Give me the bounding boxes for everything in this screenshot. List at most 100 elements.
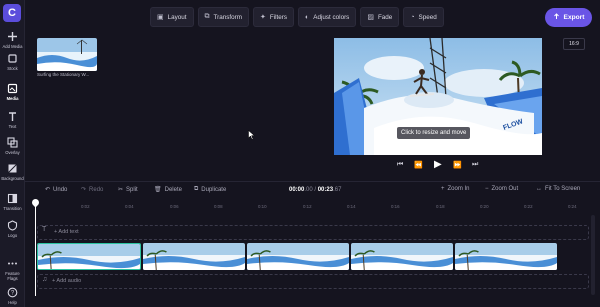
sidebar-item-label: Feature Flags xyxy=(5,271,20,281)
sidebar-item-media[interactable]: Media xyxy=(0,83,25,101)
sidebar-item-help[interactable]: ? Help xyxy=(0,287,25,305)
timecode-display: 00:00.00 / 00:23.67 xyxy=(289,187,342,193)
stock-icon xyxy=(7,53,18,64)
plus-icon xyxy=(7,31,18,42)
video-clip[interactable] xyxy=(143,243,245,270)
ruler-tick: 0:04 xyxy=(125,204,134,209)
fit-icon: ↔ xyxy=(536,186,542,192)
video-clip[interactable] xyxy=(455,243,557,270)
sidebar-item-label: Transition xyxy=(3,206,22,211)
sidebar-item-logo[interactable]: Logo xyxy=(0,220,25,238)
redo-icon: ↷ xyxy=(81,187,87,193)
sidebar-item-label: Add Media xyxy=(2,44,23,49)
video-clip[interactable] xyxy=(37,243,141,270)
media-duration: 0:24 xyxy=(40,63,48,68)
text-icon xyxy=(7,111,18,122)
ruler-tick: 0:06 xyxy=(170,204,179,209)
skip-to-start-icon[interactable]: ⏮ xyxy=(397,161,403,169)
ruler-tick: 0:14 xyxy=(347,204,356,209)
mouse-cursor-icon xyxy=(248,129,255,142)
trash-icon: 🗑 xyxy=(154,187,162,193)
layout-button[interactable]: ▣ Layout xyxy=(150,7,194,27)
video-track xyxy=(37,243,557,270)
music-note-icon: ♫ xyxy=(42,276,48,283)
media-icon xyxy=(7,83,18,94)
sidebar-item-stock[interactable]: Stock xyxy=(0,53,25,71)
sidebar-item-overlay[interactable]: Overlay xyxy=(0,137,25,155)
audio-track[interactable]: + Add audio xyxy=(37,274,589,289)
ruler-tick: 0:18 xyxy=(436,204,445,209)
adjust-colors-button[interactable]: ◐ Adjust colors xyxy=(298,7,357,27)
sidebar-item-feature-flags[interactable]: Feature Flags xyxy=(0,258,25,281)
video-clip[interactable] xyxy=(351,243,453,270)
zoom-in-button[interactable]: + Zoom In xyxy=(441,186,470,192)
ruler-tick: 0:02 xyxy=(81,204,90,209)
text-icon: T xyxy=(42,226,47,233)
adjust-colors-icon: ◐ xyxy=(305,13,310,21)
undo-button[interactable]: ↶ Undo xyxy=(45,186,67,194)
transform-icon: ⧉ xyxy=(204,13,210,20)
ruler-tick: 0:20 xyxy=(480,204,489,209)
video-clip[interactable] xyxy=(247,243,349,270)
duplicate-icon: ⧉ xyxy=(194,186,199,192)
sidebar-item-label: Media xyxy=(6,96,19,101)
export-button[interactable]: Export xyxy=(545,8,592,27)
speed-button[interactable]: ◔ Speed xyxy=(403,7,444,27)
split-button[interactable]: ✂ Split xyxy=(118,186,138,194)
sidebar-item-text[interactable]: Text xyxy=(0,111,25,129)
resize-tooltip: Click to resize and move xyxy=(397,127,471,139)
playhead[interactable] xyxy=(35,200,36,296)
ruler-tick: 0:24 xyxy=(568,204,577,209)
minus-icon: − xyxy=(485,186,489,192)
filters-icon: ✦ xyxy=(260,14,266,21)
fit-to-screen-button[interactable]: ↔ Fit To Screen xyxy=(536,186,580,192)
transform-button[interactable]: ⧉ Transform xyxy=(197,7,249,27)
add-text-label: + Add text xyxy=(54,229,79,235)
fade-button[interactable]: ▨ Fade xyxy=(360,7,400,27)
more-icon xyxy=(7,258,18,269)
ruler-tick: 0:16 xyxy=(391,204,400,209)
ruler-tick: 0:22 xyxy=(524,204,533,209)
plus-icon: + xyxy=(441,186,445,192)
overlay-icon xyxy=(7,137,18,148)
app-logo[interactable]: C xyxy=(3,4,21,22)
skip-to-end-icon[interactable]: ⏭ xyxy=(472,161,478,169)
ruler-tick: 0:12 xyxy=(303,204,312,209)
svg-text:?: ? xyxy=(11,291,15,297)
aspect-ratio-button[interactable]: 16:9 xyxy=(563,38,585,50)
fade-icon: ▨ xyxy=(367,14,374,21)
redo-button[interactable]: ↷ Redo xyxy=(81,186,103,194)
sidebar-item-label: Stock xyxy=(7,66,18,71)
zoom-out-button[interactable]: − Zoom Out xyxy=(485,186,518,192)
scissors-icon: ✂ xyxy=(118,187,124,193)
layout-icon: ▣ xyxy=(157,14,164,21)
timeline-ruler[interactable]: 0:02 0:04 0:06 0:08 0:10 0:12 0:14 0:16 … xyxy=(25,199,600,213)
ruler-tick: 0:10 xyxy=(258,204,267,209)
sidebar-item-label: Background xyxy=(1,176,24,181)
delete-button[interactable]: 🗑 Delete xyxy=(154,186,182,194)
speed-icon: ◔ xyxy=(410,13,415,21)
sidebar-item-label: Overlay xyxy=(5,150,20,155)
background-icon xyxy=(7,163,18,174)
sidebar-item-transition[interactable]: Transition xyxy=(0,193,25,211)
sidebar-item-label: Help xyxy=(8,300,17,305)
filters-button[interactable]: ✦ Filters xyxy=(253,7,295,27)
edit-toolbar: ▣ Layout ⧉ Transform ✦ Filters ◐ Adjust … xyxy=(150,7,444,27)
sidebar-item-background[interactable]: Background xyxy=(0,163,25,181)
export-icon xyxy=(553,13,560,22)
text-track[interactable]: + Add text xyxy=(37,225,589,240)
media-name: Surfing the Stationary W... xyxy=(37,72,90,77)
undo-icon: ↶ xyxy=(45,187,51,193)
ruler-tick: 0:08 xyxy=(214,204,223,209)
sidebar-item-label: Text xyxy=(8,124,17,129)
sidebar-item-label: Logo xyxy=(7,233,18,238)
fast-forward-icon[interactable]: ⏩ xyxy=(453,161,462,169)
logo-icon xyxy=(7,220,18,231)
play-icon[interactable]: ▶ xyxy=(434,159,442,170)
sidebar-item-add-media[interactable]: Add Media xyxy=(0,31,25,49)
transition-icon xyxy=(7,193,18,204)
duplicate-button[interactable]: ⧉ Duplicate xyxy=(194,186,226,193)
timeline-scrollbar[interactable] xyxy=(591,215,595,295)
timeline-toolbar: ↶ Undo ↷ Redo ✂ Split 🗑 Delete ⧉ Duplica… xyxy=(25,181,600,199)
rewind-icon[interactable]: ⏪ xyxy=(414,161,423,169)
